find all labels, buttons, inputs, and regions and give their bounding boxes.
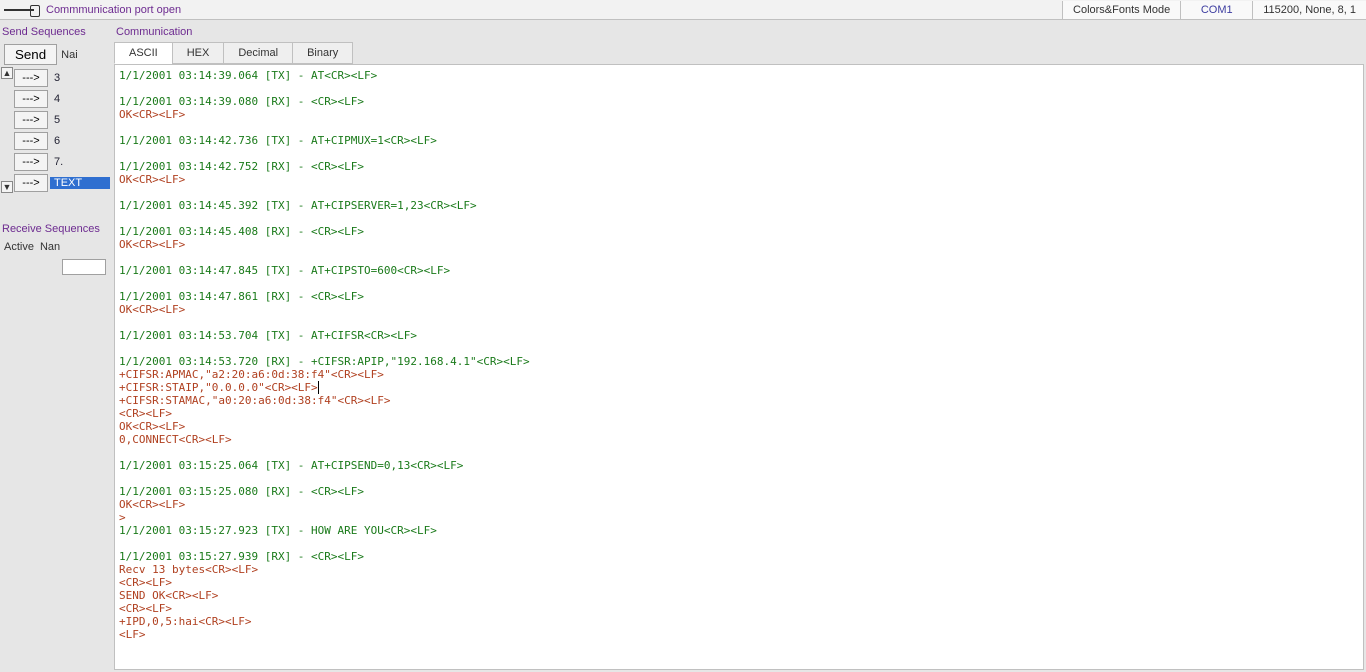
terminal-line: 1/1/2001 03:15:27.923 [TX] - HOW ARE YOU… [119,524,437,537]
send-arrow-button[interactable]: ---> [14,111,48,129]
receive-sequences-header: Receive Sequences [0,217,112,241]
sequence-name[interactable]: 5 [50,114,110,126]
send-arrow-button[interactable]: ---> [14,90,48,108]
terminal-line: 1/1/2001 03:14:39.064 [TX] - AT<CR><LF> [119,69,377,82]
sequence-row[interactable]: --->3 [14,67,112,88]
terminal-line: 1/1/2001 03:15:27.939 [RX] - <CR><LF> [119,550,364,563]
left-pane: Send Sequences Send Nai ▲ ▼ --->3--->4--… [0,20,112,672]
terminal-line: 1/1/2001 03:14:47.845 [TX] - AT+CIPSTO=6… [119,264,450,277]
right-pane: Communication ASCIIHEXDecimalBinary 1/1/… [112,20,1366,672]
tab-binary[interactable]: Binary [292,42,353,64]
terminal-line: +CIFSR:STAMAC,"a0:20:a6:0d:38:f4"<CR><LF… [119,394,391,407]
terminal-line: <LF> [119,628,146,641]
mode-cell[interactable]: Colors&Fonts Mode [1062,1,1180,19]
sequence-name[interactable]: 7. [50,156,110,168]
sequence-name[interactable]: 3 [50,72,110,84]
terminal-line: OK<CR><LF> [119,173,185,186]
tab-ascii[interactable]: ASCII [114,42,173,64]
config-cell[interactable]: 115200, None, 8, 1 [1252,1,1366,19]
send-name-col: Nai [61,49,78,61]
send-sequences-header: Send Sequences [0,20,112,44]
terminal-line: 1/1/2001 03:14:42.752 [RX] - <CR><LF> [119,160,364,173]
terminal-line: OK<CR><LF> [119,108,185,121]
sequence-row[interactable]: --->5 [14,109,112,130]
terminal-line: 1/1/2001 03:14:39.080 [RX] - <CR><LF> [119,95,364,108]
sequence-name[interactable]: 4 [50,93,110,105]
recv-name-col: Nan [40,241,60,253]
terminal-line: Recv 13 bytes<CR><LF> [119,563,258,576]
send-arrow-button[interactable]: ---> [14,132,48,150]
send-arrow-button[interactable]: ---> [14,174,48,192]
recv-active-col: Active [4,241,34,253]
sequence-name[interactable]: TEXT [50,177,110,189]
communication-header: Communication [112,20,1366,42]
recv-input[interactable] [62,259,106,275]
sequence-row[interactable]: --->6 [14,130,112,151]
sequence-row[interactable]: --->7. [14,151,112,172]
terminal-line: <CR><LF> [119,407,172,420]
scroll-down-icon[interactable]: ▼ [1,181,13,193]
terminal-line: 1/1/2001 03:14:47.861 [RX] - <CR><LF> [119,290,364,303]
tab-hex[interactable]: HEX [172,42,225,64]
terminal-line: +CIFSR:STAIP,"0.0.0.0"<CR><LF> [119,381,318,394]
terminal-line: <CR><LF> [119,576,172,589]
terminal-line: 1/1/2001 03:14:45.408 [RX] - <CR><LF> [119,225,364,238]
terminal-line: 1/1/2001 03:15:25.064 [TX] - AT+CIPSEND=… [119,459,463,472]
terminal-line: OK<CR><LF> [119,238,185,251]
terminal-line: OK<CR><LF> [119,303,185,316]
terminal-line: OK<CR><LF> [119,498,185,511]
port-cell[interactable]: COM1 [1180,1,1252,19]
scroll-up-icon[interactable]: ▲ [1,67,13,79]
sequence-scroll: ▲ ▼ [0,67,14,193]
terminal-line: > [119,511,126,524]
status-bar: Commmunication port open Colors&Fonts Mo… [0,0,1366,20]
connector-icon [4,3,40,17]
send-button[interactable]: Send [4,44,57,65]
terminal-line: +IPD,0,5:hai<CR><LF> [119,615,251,628]
terminal-line: SEND OK<CR><LF> [119,589,218,602]
tab-decimal[interactable]: Decimal [223,42,293,64]
send-arrow-button[interactable]: ---> [14,153,48,171]
terminal-line: 1/1/2001 03:14:53.704 [TX] - AT+CIFSR<CR… [119,329,417,342]
terminal-line: 1/1/2001 03:14:45.392 [TX] - AT+CIPSERVE… [119,199,477,212]
status-message: Commmunication port open [46,4,181,16]
terminal-line: OK<CR><LF> [119,420,185,433]
terminal-line: +CIFSR:APMAC,"a2:20:a6:0d:38:f4"<CR><LF> [119,368,384,381]
send-arrow-button[interactable]: ---> [14,69,48,87]
terminal-output[interactable]: 1/1/2001 03:14:39.064 [TX] - AT<CR><LF> … [114,64,1364,670]
terminal-line: 0,CONNECT<CR><LF> [119,433,232,446]
sequence-name[interactable]: 6 [50,135,110,147]
sequence-row[interactable]: --->4 [14,88,112,109]
terminal-line: 1/1/2001 03:15:25.080 [RX] - <CR><LF> [119,485,364,498]
terminal-line: 1/1/2001 03:14:42.736 [TX] - AT+CIPMUX=1… [119,134,437,147]
terminal-line: <CR><LF> [119,602,172,615]
main-area: Send Sequences Send Nai ▲ ▼ --->3--->4--… [0,20,1366,672]
sequence-row[interactable]: --->TEXT [14,172,112,193]
terminal-line: 1/1/2001 03:14:53.720 [RX] - +CIFSR:APIP… [119,355,530,368]
